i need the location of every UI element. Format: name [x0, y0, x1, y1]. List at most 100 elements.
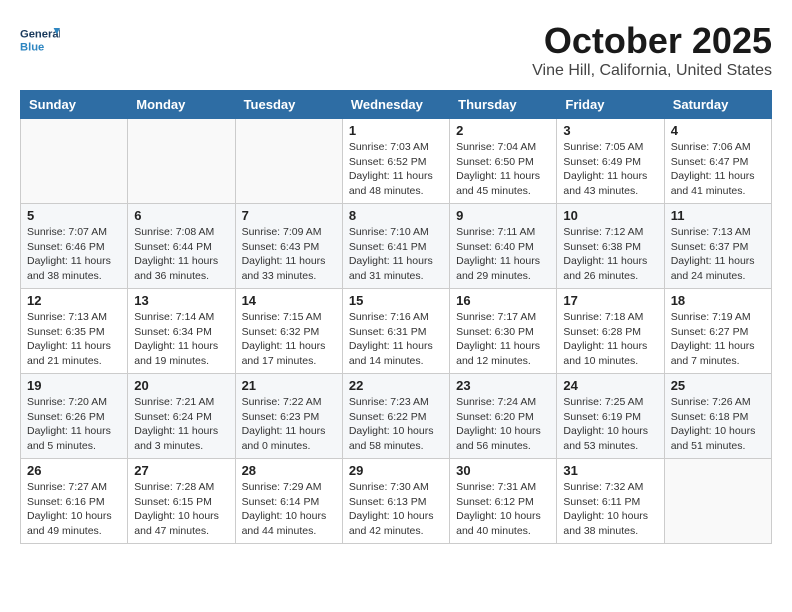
svg-text:Blue: Blue [20, 41, 44, 53]
day-number: 23 [456, 378, 550, 393]
day-number: 10 [563, 208, 657, 223]
location-title: Vine Hill, California, United States [532, 62, 772, 80]
calendar-cell: 17Sunrise: 7:18 AM Sunset: 6:28 PM Dayli… [557, 289, 664, 374]
calendar-cell: 10 Sunrise: 7:12 AM Sunset: 6:38 PM Dayli… [557, 204, 664, 289]
weekday-header-row: SundayMondayTuesdayWednesdayThursdayFrid… [21, 91, 772, 119]
calendar-cell: 18Sunrise: 7:19 AM Sunset: 6:27 PM Dayli… [664, 289, 771, 374]
calendar-cell: 3 Sunrise: 7:05 AM Sunset: 6:49 PM Daylig… [557, 119, 664, 204]
weekday-header-saturday: Saturday [664, 91, 771, 119]
day-number: 4 [671, 123, 765, 138]
day-content: Sunrise: 7:11 AM Sunset: 6:40 PM Dayligh… [456, 225, 550, 284]
day-content: Sunrise: 7:03 AM Sunset: 6:52 PM Dayligh… [349, 140, 443, 199]
calendar-cell: 15 Sunrise: 7:16 AM Sunset: 6:31 PM Dayli… [342, 289, 449, 374]
day-number: 9 [456, 208, 550, 223]
day-number: 25 [671, 378, 765, 393]
calendar-table: SundayMondayTuesdayWednesdayThursdayFrid… [20, 90, 772, 544]
calendar-cell: 1 Sunrise: 7:03 AM Sunset: 6:52 PM Daylig… [342, 119, 449, 204]
calendar-cell [664, 459, 771, 544]
day-number: 22 [349, 378, 443, 393]
day-content: Sunrise: 7:29 AM Sunset: 6:14 PM Dayligh… [242, 480, 336, 539]
day-content: Sunrise: 7:06 AM Sunset: 6:47 PM Dayligh… [671, 140, 765, 199]
day-number: 1 [349, 123, 443, 138]
day-content: Sunrise: 7:15 AM Sunset: 6:32 PM Dayligh… [242, 310, 336, 369]
day-content: Sunrise: 7:25 AM Sunset: 6:19 PM Dayligh… [563, 395, 657, 454]
day-content: Sunrise: 7:26 AM Sunset: 6:18 PM Dayligh… [671, 395, 765, 454]
day-content: Sunrise: 7:13 AM Sunset: 6:37 PM Dayligh… [671, 225, 765, 284]
logo-icon: General Blue [20, 20, 60, 60]
calendar-cell: 5 Sunrise: 7:07 AM Sunset: 6:46 PM Daylig… [21, 204, 128, 289]
calendar-cell: 11 Sunrise: 7:13 AM Sunset: 6:37 PM Dayli… [664, 204, 771, 289]
day-number: 28 [242, 463, 336, 478]
day-content: Sunrise: 7:17 AM Sunset: 6:30 PM Dayligh… [456, 310, 550, 369]
calendar-cell: 19 Sunrise: 7:20 AM Sunset: 6:26 PM Dayli… [21, 374, 128, 459]
day-content: Sunrise: 7:20 AM Sunset: 6:26 PM Dayligh… [27, 395, 121, 454]
day-number: 31 [563, 463, 657, 478]
day-content: Sunrise: 7:05 AM Sunset: 6:49 PM Dayligh… [563, 140, 657, 199]
day-content: Sunrise: 7:08 AM Sunset: 6:44 PM Dayligh… [134, 225, 228, 284]
day-number: 24 [563, 378, 657, 393]
calendar-week-3: 12 Sunrise: 7:13 AM Sunset: 6:35 PM Dayli… [21, 289, 772, 374]
day-content: Sunrise: 7:07 AM Sunset: 6:46 PM Dayligh… [27, 225, 121, 284]
calendar-cell [235, 119, 342, 204]
weekday-header-sunday: Sunday [21, 91, 128, 119]
calendar-cell: 25 Sunrise: 7:26 AM Sunset: 6:18 PM Dayli… [664, 374, 771, 459]
calendar-cell: 23 Sunrise: 7:24 AM Sunset: 6:20 PM Dayli… [450, 374, 557, 459]
calendar-cell: 12 Sunrise: 7:13 AM Sunset: 6:35 PM Dayli… [21, 289, 128, 374]
title-section: October 2025 Vine Hill, California, Unit… [532, 20, 772, 80]
calendar-week-1: 1 Sunrise: 7:03 AM Sunset: 6:52 PM Daylig… [21, 119, 772, 204]
day-number: 30 [456, 463, 550, 478]
day-content: Sunrise: 7:10 AM Sunset: 6:41 PM Dayligh… [349, 225, 443, 284]
calendar-cell: 7Sunrise: 7:09 AM Sunset: 6:43 PM Daylig… [235, 204, 342, 289]
calendar-cell: 4 Sunrise: 7:06 AM Sunset: 6:47 PM Daylig… [664, 119, 771, 204]
calendar-cell: 29 Sunrise: 7:30 AM Sunset: 6:13 PM Dayli… [342, 459, 449, 544]
calendar-week-4: 19 Sunrise: 7:20 AM Sunset: 6:26 PM Dayli… [21, 374, 772, 459]
calendar-cell: 21Sunrise: 7:22 AM Sunset: 6:23 PM Dayli… [235, 374, 342, 459]
day-content: Sunrise: 7:30 AM Sunset: 6:13 PM Dayligh… [349, 480, 443, 539]
day-number: 3 [563, 123, 657, 138]
day-number: 26 [27, 463, 121, 478]
calendar-cell: 24 Sunrise: 7:25 AM Sunset: 6:19 PM Dayli… [557, 374, 664, 459]
calendar-cell: 30Sunrise: 7:31 AM Sunset: 6:12 PM Dayli… [450, 459, 557, 544]
calendar-week-2: 5 Sunrise: 7:07 AM Sunset: 6:46 PM Daylig… [21, 204, 772, 289]
day-number: 19 [27, 378, 121, 393]
calendar-cell: 22 Sunrise: 7:23 AM Sunset: 6:22 PM Dayli… [342, 374, 449, 459]
day-number: 27 [134, 463, 228, 478]
calendar-cell: 16 Sunrise: 7:17 AM Sunset: 6:30 PM Dayli… [450, 289, 557, 374]
weekday-header-tuesday: Tuesday [235, 91, 342, 119]
day-content: Sunrise: 7:12 AM Sunset: 6:38 PM Dayligh… [563, 225, 657, 284]
day-content: Sunrise: 7:23 AM Sunset: 6:22 PM Dayligh… [349, 395, 443, 454]
calendar-cell: 13Sunrise: 7:14 AM Sunset: 6:34 PM Dayli… [128, 289, 235, 374]
day-content: Sunrise: 7:04 AM Sunset: 6:50 PM Dayligh… [456, 140, 550, 199]
day-content: Sunrise: 7:24 AM Sunset: 6:20 PM Dayligh… [456, 395, 550, 454]
calendar-cell: 9 Sunrise: 7:11 AM Sunset: 6:40 PM Daylig… [450, 204, 557, 289]
day-content: Sunrise: 7:27 AM Sunset: 6:16 PM Dayligh… [27, 480, 121, 539]
month-title: October 2025 [532, 20, 772, 62]
day-number: 12 [27, 293, 121, 308]
calendar-cell: 26 Sunrise: 7:27 AM Sunset: 6:16 PM Dayli… [21, 459, 128, 544]
calendar-cell: 28 Sunrise: 7:29 AM Sunset: 6:14 PM Dayli… [235, 459, 342, 544]
day-content: Sunrise: 7:09 AM Sunset: 6:43 PM Dayligh… [242, 225, 336, 284]
calendar-cell: 27Sunrise: 7:28 AM Sunset: 6:15 PM Dayli… [128, 459, 235, 544]
calendar-cell: 2 Sunrise: 7:04 AM Sunset: 6:50 PM Daylig… [450, 119, 557, 204]
day-number: 16 [456, 293, 550, 308]
day-content: Sunrise: 7:22 AM Sunset: 6:23 PM Dayligh… [242, 395, 336, 454]
calendar-cell [128, 119, 235, 204]
day-content: Sunrise: 7:21 AM Sunset: 6:24 PM Dayligh… [134, 395, 228, 454]
day-number: 29 [349, 463, 443, 478]
day-number: 2 [456, 123, 550, 138]
weekday-header-monday: Monday [128, 91, 235, 119]
day-content: Sunrise: 7:13 AM Sunset: 6:35 PM Dayligh… [27, 310, 121, 369]
day-content: Sunrise: 7:32 AM Sunset: 6:11 PM Dayligh… [563, 480, 657, 539]
weekday-header-thursday: Thursday [450, 91, 557, 119]
calendar-cell: 20 Sunrise: 7:21 AM Sunset: 6:24 PM Dayli… [128, 374, 235, 459]
day-number: 20 [134, 378, 228, 393]
calendar-cell: 8Sunrise: 7:10 AM Sunset: 6:41 PM Daylig… [342, 204, 449, 289]
logo: General Blue [20, 20, 64, 60]
page-header: General Blue October 2025 Vine Hill, Cal… [20, 20, 772, 80]
day-number: 13 [134, 293, 228, 308]
day-number: 17 [563, 293, 657, 308]
day-number: 15 [349, 293, 443, 308]
day-number: 11 [671, 208, 765, 223]
day-number: 5 [27, 208, 121, 223]
day-content: Sunrise: 7:16 AM Sunset: 6:31 PM Dayligh… [349, 310, 443, 369]
